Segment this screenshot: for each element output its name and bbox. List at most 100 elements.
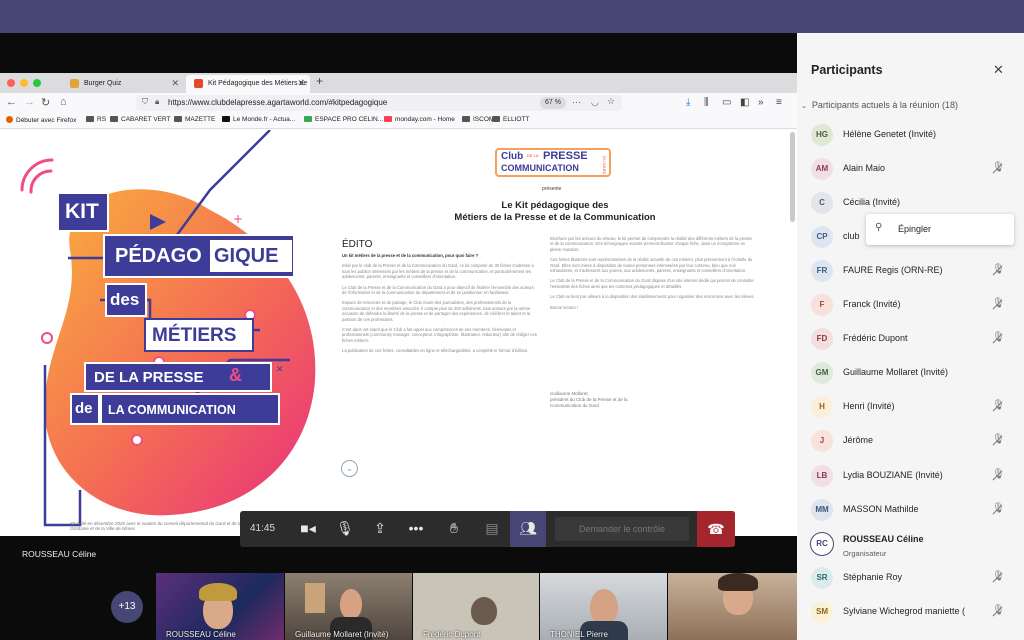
participant-row[interactable]: SM Sylviane Wichegrod maniette (🎙︎ <box>797 596 1024 630</box>
bookmark-item[interactable]: ESPACE PRO CELIN... <box>304 116 383 123</box>
avatar: SR <box>811 566 833 589</box>
participant-row[interactable]: FD Frédéric Dupont 🎙︎ <box>797 323 1024 357</box>
lock-icon[interactable]: 🔒︎ <box>155 97 159 107</box>
participant-row[interactable]: MM MASSON Mathilde 🎙︎ <box>797 494 1024 528</box>
bookmark-item[interactable]: ISCOM <box>462 116 494 123</box>
participants-panel: Participants ✕ ⌄ Participants actuels à l… <box>797 33 1024 640</box>
web-page-content: + ✕ KIT PÉDAGO GIQUE des MÉTIERS DE LA P… <box>0 130 797 536</box>
poster-metiers-box: MÉTIERS <box>144 318 254 352</box>
video-tile[interactable]: THONIEL Pierre <box>540 573 667 640</box>
burger-favicon-icon <box>70 79 79 88</box>
bookmark-item[interactable]: MAZETTE <box>174 116 215 123</box>
microphone-icon[interactable]: 🎙︎ <box>335 520 355 537</box>
minimize-window-dot[interactable] <box>20 79 28 87</box>
downloads-icon[interactable]: ⤓ <box>686 97 690 108</box>
more-participants-button[interactable]: +13 <box>111 591 143 623</box>
participants-panel-title: Participants <box>811 63 883 77</box>
bookmark-label: Débuter avec Firefox <box>16 117 77 124</box>
close-panel-icon[interactable]: ✕ <box>993 62 1004 78</box>
bookmark-item[interactable]: monday.com - Home <box>384 116 455 123</box>
participant-row[interactable]: F Franck (Invité) 🎙︎ <box>797 289 1024 323</box>
zoom-window-dot[interactable] <box>33 79 41 87</box>
home-icon[interactable]: ⌂ <box>60 96 67 108</box>
sidebar-icon[interactable]: ▭ <box>722 97 731 108</box>
more-actions-icon[interactable]: ··· <box>572 97 581 107</box>
participants-section-toggle[interactable]: ⌄ Participants actuels à la réunion (18) <box>801 100 958 110</box>
avatar: AM <box>811 158 833 181</box>
poster-communication-text: LA COMMUNICATION <box>108 403 236 417</box>
close-tab-icon[interactable]: ✕ <box>171 78 179 89</box>
circuit-node <box>41 332 53 344</box>
avatar: HG <box>811 124 833 146</box>
url-text[interactable]: https://www.clubdelapresse.agartaworld.c… <box>168 98 387 107</box>
call-controls-bar: 41:45 ■◂ 🎙︎ ⇪ ••• ✋︎ ▤ 👥︎ Demander le co… <box>240 511 735 547</box>
share-screen-icon[interactable]: ⇪ <box>370 520 390 537</box>
bookmark-item[interactable]: Le Monde.fr - Actua... <box>222 116 295 123</box>
menu-icon[interactable]: ≡ <box>776 97 782 108</box>
video-tile[interactable] <box>668 573 797 640</box>
logo-presse-text: PRESSE <box>543 150 588 162</box>
participant-row[interactable]: FR FAURE Regis (ORN-RE) 🎙︎ <box>797 255 1024 289</box>
pocket-icon[interactable]: ◡ <box>591 97 599 108</box>
participant-name: Alain Maio <box>843 163 886 174</box>
bookmark-item[interactable]: RS <box>86 116 106 123</box>
close-tab-icon[interactable]: ✕ <box>297 78 305 89</box>
participant-row[interactable]: HG Hélène Genetet (Invité) <box>797 119 1024 153</box>
pin-menu-item[interactable]: Épingler <box>898 224 931 234</box>
video-tile[interactable]: ROUSSEAU Céline <box>156 573 284 640</box>
bookmark-item[interactable]: CABARET VERT <box>110 116 171 123</box>
zoom-level-badge[interactable]: 67 % <box>540 97 566 109</box>
raise-hand-icon[interactable]: ✋︎ <box>444 520 464 537</box>
participant-row[interactable]: LB Lydia BOUZIANE (Invité) 🎙︎ <box>797 460 1024 494</box>
bookmark-star-icon[interactable]: ☆ <box>607 96 615 107</box>
edito-paragraph: Le Club se tient par ailleurs à la dispo… <box>550 294 755 300</box>
hang-up-button[interactable]: ☎︎ <box>697 511 735 547</box>
chat-icon[interactable]: ▤ <box>482 520 502 537</box>
library-icon[interactable]: ⫼ <box>704 97 709 108</box>
presenter-name-label: ROUSSEAU Céline <box>22 549 97 559</box>
reader-icon[interactable]: ◧ <box>740 97 749 108</box>
new-tab-icon[interactable]: + <box>316 74 323 88</box>
participant-row[interactable]: AM Alain Maio 🎙︎ <box>797 153 1024 187</box>
logo-dela-text: DE LA <box>527 153 539 158</box>
muted-microphone-icon: 🎙︎ <box>992 604 1005 616</box>
poster-ampersand-text: & <box>229 365 242 385</box>
avatar: F <box>811 294 833 317</box>
participant-name: Franck (Invité) <box>843 299 901 310</box>
bookmark-item[interactable]: ELLIOTT <box>492 116 529 123</box>
back-icon[interactable]: ← <box>6 96 17 108</box>
participant-row[interactable]: H Henri (Invité) 🎙︎ <box>797 391 1024 425</box>
logo-club-text: Club <box>501 151 524 162</box>
overflow-icon[interactable]: » <box>758 97 764 108</box>
tab-label: Burger Quiz <box>84 80 122 87</box>
reload-icon[interactable]: ↻ <box>41 96 50 109</box>
camera-icon[interactable]: ■◂ <box>298 520 318 537</box>
address-bar[interactable]: ⛉ 🔒︎ https://www.clubdelapresse.agartawo… <box>136 95 622 111</box>
shield-icon[interactable]: ⛉ <box>142 97 148 107</box>
scroll-down-chevron-icon[interactable]: ⌄ <box>341 460 358 477</box>
forward-icon[interactable]: → <box>24 96 35 108</box>
presente-label: présente <box>542 186 562 192</box>
participant-row[interactable]: SR Stéphanie Roy 🎙︎ <box>797 562 1024 596</box>
club-presse-logo: Club DE LA PRESSE COMMUNICATION DU GARD <box>495 148 617 180</box>
poster-presse-text: DE LA PRESSE <box>94 369 204 386</box>
video-tile[interactable]: Guillaume Mollaret (Invité) <box>285 573 412 640</box>
muted-microphone-icon: 🎙︎ <box>992 502 1005 514</box>
participants-icon[interactable]: 👥︎ <box>510 511 546 547</box>
bookmark-item[interactable]: Débuter avec Firefox <box>6 116 76 124</box>
participants-section-label: Participants actuels à la réunion (18) <box>811 100 958 110</box>
participant-row[interactable]: GM Guillaume Mollaret (Invité) <box>797 357 1024 391</box>
more-options-icon[interactable]: ••• <box>406 520 426 536</box>
poster-presse-box: DE LA PRESSE & <box>84 362 272 392</box>
participant-row[interactable]: J Jérôme 🎙︎ <box>797 425 1024 459</box>
page-scrollbar[interactable] <box>790 132 795 222</box>
video-tile[interactable]: Frédéric Dupont <box>413 573 539 640</box>
close-window-dot[interactable] <box>7 79 15 87</box>
tab-burger-quiz[interactable]: Burger Quiz ✕ <box>62 75 184 93</box>
participant-name: Jérôme <box>843 435 874 446</box>
bookmark-label: Le Monde.fr - Actua... <box>233 116 296 123</box>
edito-paragraph: Initié par le club de la Presse et de la… <box>342 263 534 280</box>
request-control-button[interactable]: Demander le contrôle <box>555 517 689 541</box>
tab-kit-pedagogique[interactable]: Kit Pédagogique des Métiers de ✕ <box>186 75 310 93</box>
participant-row[interactable]: RC ROUSSEAU Céline Organisateur <box>797 528 1024 562</box>
